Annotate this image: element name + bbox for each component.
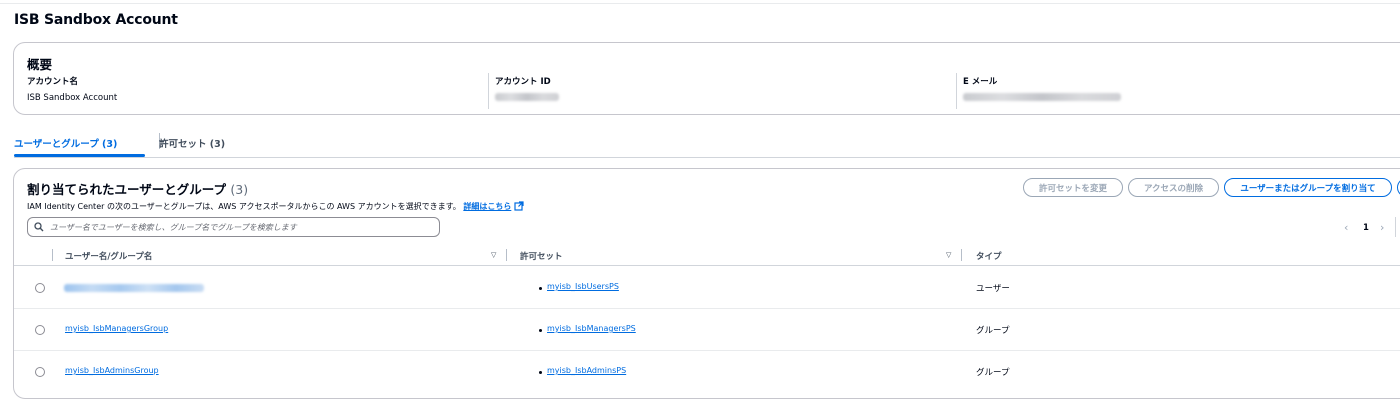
top-divider (0, 3, 1400, 4)
column-divider (506, 249, 507, 261)
change-permission-set-button[interactable]: 許可セットを変更 (1023, 178, 1123, 197)
sort-icon[interactable]: ▽ (491, 251, 496, 259)
search-input[interactable] (50, 222, 430, 232)
row-select-radio[interactable] (35, 367, 45, 377)
list-bullet (539, 371, 542, 374)
permission-set-link[interactable]: myisb_IsbAdminsPS (547, 366, 626, 375)
email-value (963, 93, 1121, 104)
column-divider (488, 73, 489, 109)
search-icon (34, 222, 44, 232)
assigned-users-groups-card: 割り当てられたユーザーとグループ (3) IAM Identity Center… (13, 168, 1400, 399)
account-name-label: アカウント名 (27, 77, 79, 87)
account-name-value: ISB Sandbox Account (27, 93, 118, 103)
row-select-radio[interactable] (35, 283, 45, 293)
tab-permission-sets[interactable]: 許可セット (3) (159, 136, 225, 150)
column-divider (52, 249, 53, 261)
email-label: E メール (963, 77, 998, 87)
table-row[interactable]: myisb_IsbManagersGroup myisb_IsbManagers… (14, 309, 1400, 351)
table-title: 割り当てられたユーザーとグループ (3) (27, 179, 248, 198)
type-value: グループ (976, 326, 1010, 336)
column-divider (956, 73, 957, 109)
search-field[interactable] (27, 217, 440, 237)
list-bullet (539, 329, 542, 332)
type-value: ユーザー (976, 284, 1010, 294)
description-text: IAM Identity Center の次のユーザーとグループは、AWS アク… (27, 202, 461, 211)
table-title-text: 割り当てられたユーザーとグループ (27, 182, 227, 197)
redacted-email (963, 93, 1121, 101)
tab-bar: ユーザーとグループ (3) 許可セット (3) (14, 128, 1400, 158)
account-id-field: アカウント ID (495, 75, 559, 104)
page-title: ISB Sandbox Account (14, 12, 178, 28)
chevron-right-icon[interactable]: › (1380, 221, 1384, 234)
email-field: E メール (963, 75, 1121, 104)
chevron-left-icon[interactable]: ‹ (1344, 221, 1348, 234)
redacted-user-name-link[interactable] (64, 284, 204, 292)
table-description: IAM Identity Center の次のユーザーとグループは、AWS アク… (27, 201, 524, 213)
account-id-label: アカウント ID (495, 77, 551, 87)
column-header-type[interactable]: タイプ (976, 250, 1002, 262)
type-value: グループ (976, 368, 1010, 378)
table-count: (3) (230, 182, 249, 197)
table-header: ユーザー名/グループ名 ▽ 許可セット ▽ タイプ (14, 244, 1400, 266)
remove-access-button[interactable]: アクセスの削除 (1128, 178, 1219, 197)
overview-title: 概要 (27, 57, 53, 72)
column-header-permission-set[interactable]: 許可セット (520, 250, 563, 262)
sort-icon[interactable]: ▽ (946, 251, 951, 259)
tab-users-and-groups[interactable]: ユーザーとグループ (3) (14, 136, 117, 150)
list-bullet (539, 287, 542, 290)
table-row[interactable]: myisb_IsbAdminsGroup myisb_IsbAdminsPS グ… (14, 351, 1400, 393)
account-name-field: アカウント名 ISB Sandbox Account (27, 75, 117, 103)
group-name-link[interactable]: myisb_IsbAdminsGroup (65, 366, 159, 375)
pagination-current-page[interactable]: 1 (1363, 223, 1369, 233)
overview-card: 概要 アカウント名 ISB Sandbox Account アカウント ID E… (13, 42, 1400, 115)
permission-set-link[interactable]: myisb_IsbManagersPS (547, 324, 636, 333)
redacted-account-id (495, 93, 559, 101)
group-name-link[interactable]: myisb_IsbManagersGroup (65, 324, 168, 333)
pagination-divider (1395, 217, 1396, 237)
learn-more-text: 詳細はこちら (463, 202, 512, 211)
assign-users-groups-button[interactable]: ユーザーまたはグループを割り当て (1224, 178, 1392, 197)
column-divider (961, 249, 962, 261)
table-row[interactable]: myisb_IsbUsersPS ユーザー (14, 267, 1400, 309)
account-id-value (495, 93, 559, 104)
permission-set-link[interactable]: myisb_IsbUsersPS (547, 282, 619, 291)
row-select-radio[interactable] (35, 325, 45, 335)
active-tab-indicator (14, 154, 145, 157)
learn-more-link[interactable]: 詳細はこちら (463, 201, 524, 213)
column-header-name[interactable]: ユーザー名/グループ名 (65, 250, 152, 262)
external-link-icon (514, 201, 524, 213)
